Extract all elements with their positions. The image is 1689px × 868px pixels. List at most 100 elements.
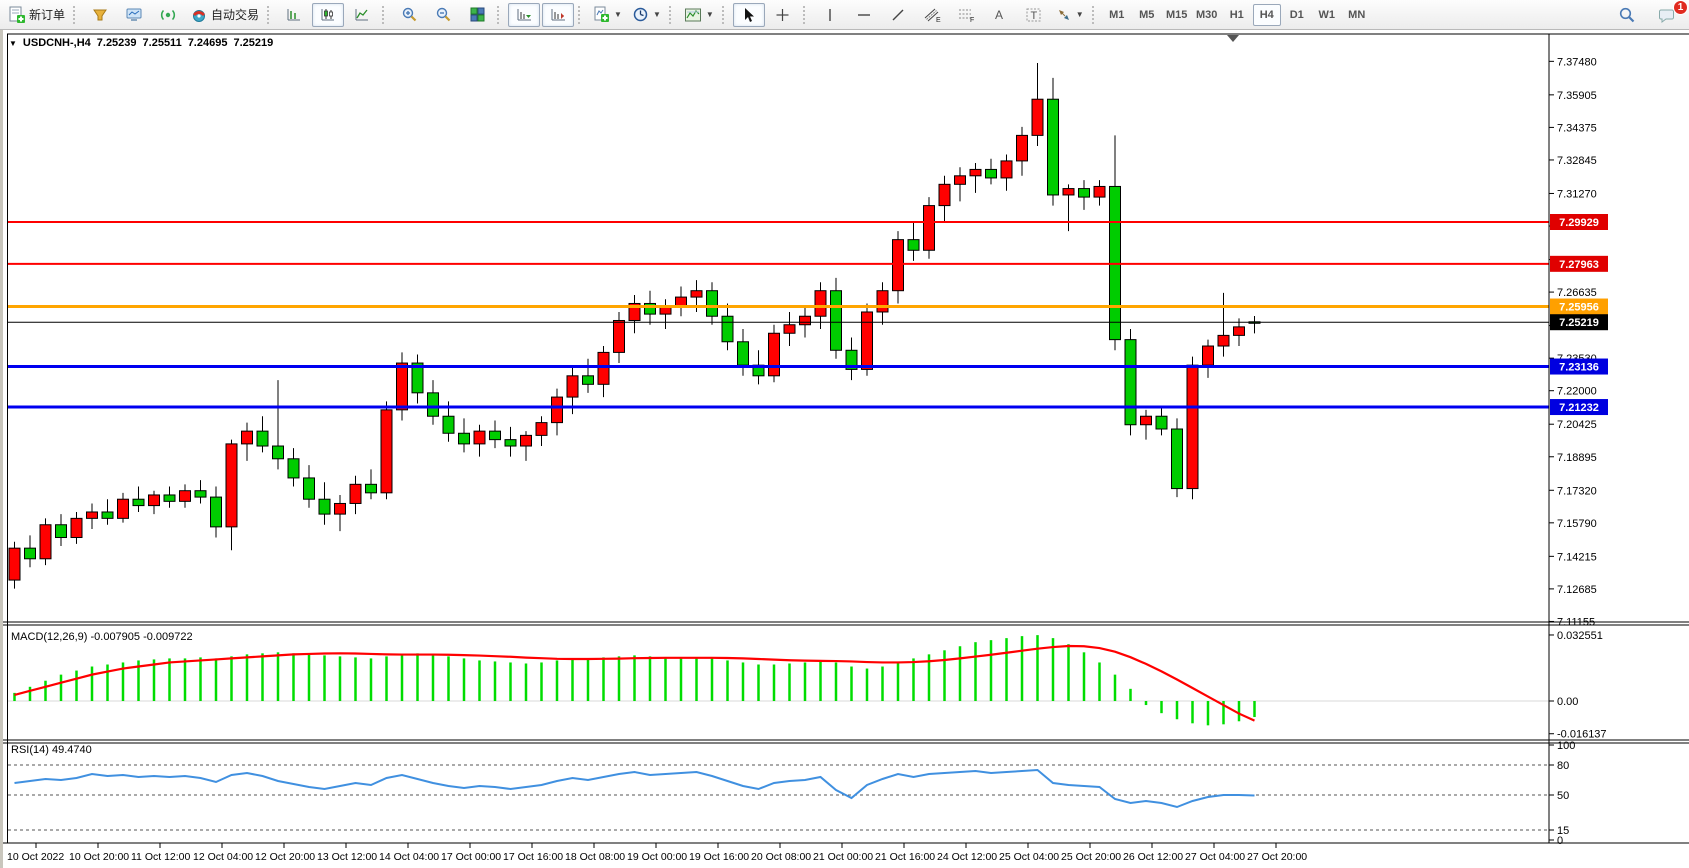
equidistant-channel-tool[interactable]: E — [916, 3, 948, 27]
arrows-tool[interactable]: ▼ — [1052, 3, 1088, 27]
candle-body — [1187, 365, 1198, 488]
timeframe-H1[interactable]: H1 — [1223, 4, 1251, 26]
new-order-icon — [8, 6, 26, 24]
timeframe-D1[interactable]: D1 — [1283, 4, 1311, 26]
candle-body — [443, 416, 454, 433]
price-badge-text: 7.21232 — [1559, 402, 1599, 414]
svg-text:A: A — [995, 8, 1003, 22]
candle-body — [102, 512, 113, 518]
toolbar: 新订单 — [0, 0, 1689, 30]
macd-scale-label: 0.032551 — [1557, 630, 1603, 642]
candle-body — [1218, 335, 1229, 346]
horizontal-line-tool[interactable] — [848, 3, 880, 27]
toolbar-grip — [722, 6, 728, 24]
trendline-icon — [890, 7, 906, 23]
vertical-line-icon — [823, 7, 837, 23]
price-axis-label: 7.18895 — [1557, 452, 1597, 464]
signals-button[interactable] — [152, 3, 184, 27]
crosshair-button[interactable] — [767, 3, 799, 27]
new-order-button[interactable]: 新订单 — [4, 3, 69, 27]
vertical-line-tool[interactable] — [814, 3, 846, 27]
toolbar-grip — [382, 6, 388, 24]
search-icon — [1618, 6, 1636, 24]
auto-scroll-button[interactable] — [508, 3, 540, 27]
ohlc-high: 7.25511 — [143, 37, 182, 49]
zoom-out-icon — [435, 6, 452, 23]
candle-body — [598, 352, 609, 384]
terminal-button[interactable] — [118, 3, 150, 27]
candle-body — [691, 291, 702, 297]
timeframe-H4[interactable]: H4 — [1253, 4, 1281, 26]
candle-body — [40, 525, 51, 559]
time-axis-label: 18 Oct 08:00 — [565, 851, 625, 863]
price-axis-label: 7.31270 — [1557, 188, 1597, 200]
macd-label: MACD(12,26,9) -0.007905 -0.009722 — [11, 631, 193, 643]
candlestick-chart-button[interactable] — [312, 3, 344, 27]
timeframe-M1[interactable]: M1 — [1103, 4, 1131, 26]
autotrading-button[interactable]: 自动交易 — [186, 3, 263, 27]
candle-body — [552, 397, 563, 423]
trendline-tool[interactable] — [882, 3, 914, 27]
candle-body — [583, 376, 594, 385]
candle-body — [1234, 327, 1245, 336]
svg-text:E: E — [936, 17, 941, 23]
candle-body — [490, 431, 501, 440]
price-axis-label: 7.14215 — [1557, 551, 1597, 563]
candle-body — [908, 240, 919, 251]
metaeditor-button[interactable] — [84, 3, 116, 27]
autotrading-label: 自动交易 — [211, 6, 259, 23]
candle-body — [164, 495, 175, 501]
ohlc-open: 7.25239 — [97, 37, 137, 49]
line-chart-button[interactable] — [346, 3, 378, 27]
candle-body — [118, 499, 129, 518]
text-tool[interactable]: A — [984, 3, 1016, 27]
candle-body — [9, 548, 20, 580]
timeframe-M5[interactable]: M5 — [1133, 4, 1161, 26]
zoom-in-button[interactable] — [393, 3, 425, 27]
text-label-tool[interactable]: T — [1018, 3, 1050, 27]
candle-body — [521, 435, 532, 446]
chart-shift-icon — [550, 7, 567, 23]
chart-shift-button[interactable] — [542, 3, 574, 27]
toolbar-grip — [578, 6, 584, 24]
time-axis-label: 25 Oct 20:00 — [1061, 851, 1121, 863]
signal-icon — [159, 7, 177, 23]
timeframe-W1[interactable]: W1 — [1313, 4, 1341, 26]
candle-body — [226, 444, 237, 527]
candle-body — [381, 410, 392, 493]
indicators-button[interactable]: ▼ — [589, 3, 626, 27]
zoom-out-button[interactable] — [427, 3, 459, 27]
cursor-button[interactable] — [733, 3, 765, 27]
one-click-panel-toggle[interactable]: ▼ — [9, 39, 17, 48]
price-axis-label: 7.34375 — [1557, 122, 1597, 134]
candle-body — [304, 478, 315, 499]
templates-button[interactable]: ▼ — [680, 3, 718, 27]
time-axis-label: 21 Oct 16:00 — [875, 851, 935, 863]
tile-windows-button[interactable] — [461, 3, 493, 27]
zoom-in-icon — [401, 6, 418, 23]
rsi-label: RSI(14) 49.4740 — [11, 744, 92, 756]
chevron-down-icon: ▼ — [653, 10, 661, 19]
timeframe-MN[interactable]: MN — [1343, 4, 1371, 26]
candle-body — [428, 393, 439, 416]
candle-body — [1203, 346, 1214, 365]
time-axis-label: 14 Oct 04:00 — [379, 851, 439, 863]
tile-windows-icon — [469, 6, 486, 23]
candle-body — [25, 548, 36, 559]
notifications-button[interactable]: 1 — [1651, 3, 1683, 27]
chart-window: 7.374807.359057.343757.328457.312707.297… — [0, 30, 1689, 868]
cursor-icon — [741, 7, 756, 23]
fibonacci-tool[interactable]: F — [950, 3, 982, 27]
time-axis-label: 26 Oct 12:00 — [1123, 851, 1183, 863]
candle-body — [784, 325, 795, 334]
search-button[interactable] — [1611, 3, 1643, 27]
periods-button[interactable]: ▼ — [628, 3, 665, 27]
toolbar-grip — [73, 6, 79, 24]
timeframe-M15[interactable]: M15 — [1163, 4, 1191, 26]
price-axis-label: 7.20425 — [1557, 419, 1597, 431]
candle-body — [955, 176, 966, 185]
timeframe-M30[interactable]: M30 — [1193, 4, 1221, 26]
time-axis-label: 11 Oct 12:00 — [131, 851, 191, 863]
price-badge-text: 7.23136 — [1559, 362, 1599, 374]
bar-chart-button[interactable] — [278, 3, 310, 27]
